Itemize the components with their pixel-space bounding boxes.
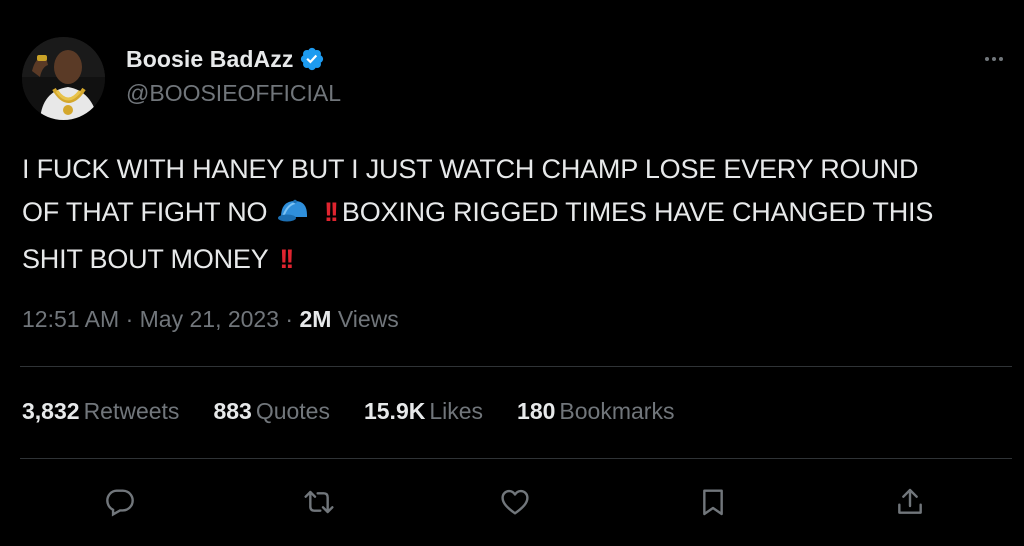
tweet-text-line-3: SHIT BOUT MONEY !! bbox=[22, 238, 1012, 281]
bookmark-icon bbox=[703, 489, 723, 516]
share-button[interactable] bbox=[886, 478, 934, 526]
tweet-date[interactable]: May 21, 2023 bbox=[140, 306, 279, 332]
tweet-text-segment: BOXING RIGGED TIMES HAVE CHANGED THIS bbox=[341, 197, 934, 227]
bookmark-button[interactable] bbox=[689, 478, 737, 526]
views-label: Views bbox=[337, 306, 399, 332]
tweet-action-bar bbox=[0, 478, 1024, 526]
meta-separator: · bbox=[125, 306, 134, 332]
more-options-icon[interactable] bbox=[978, 49, 1010, 69]
tweet-text-segment: SHIT BOUT MONEY bbox=[22, 244, 269, 274]
double-exclamation-icon: !! bbox=[323, 197, 339, 227]
tweet-text-segment: OF THAT FIGHT NO bbox=[22, 197, 268, 227]
tweet-text: I FUCK WITH HANEY BUT I JUST WATCH CHAMP… bbox=[22, 148, 1012, 281]
billed-cap-icon bbox=[277, 195, 311, 238]
like-icon bbox=[501, 489, 529, 515]
share-icon bbox=[898, 488, 922, 514]
stat-likes[interactable]: 15.9K Likes bbox=[364, 398, 483, 425]
stat-quotes[interactable]: 883 Quotes bbox=[213, 398, 330, 425]
like-button[interactable] bbox=[491, 478, 539, 526]
divider bbox=[20, 458, 1012, 459]
engagement-stats: 3,832 Retweets 883 Quotes 15.9K Likes 180 Bo… bbox=[22, 398, 708, 425]
tweet-text-line-1: I FUCK WITH HANEY BUT I JUST WATCH CHAMP… bbox=[22, 154, 919, 184]
verified-badge-icon[interactable] bbox=[299, 46, 325, 72]
retweet-icon bbox=[304, 490, 334, 514]
divider bbox=[20, 366, 1012, 367]
retweet-button[interactable] bbox=[295, 478, 343, 526]
user-handle[interactable]: @BOOSIEOFFICIAL bbox=[126, 80, 341, 107]
display-name[interactable]: Boosie BadAzz bbox=[126, 46, 293, 73]
views-count: 2M bbox=[299, 306, 332, 332]
meta-separator: · bbox=[285, 306, 294, 332]
tweet-card: Boosie BadAzz @BOOSIEOFFICIAL I FUCK WIT… bbox=[0, 0, 1024, 546]
tweet-text-line-2: OF THAT FIGHT NO !! BOXING RIGGED TIMES H… bbox=[22, 191, 1012, 238]
reply-icon bbox=[106, 489, 134, 517]
stat-bookmarks[interactable]: 180 Bookmarks bbox=[517, 398, 674, 425]
avatar[interactable] bbox=[22, 37, 105, 120]
double-exclamation-icon: !! bbox=[279, 244, 294, 274]
reply-button[interactable] bbox=[96, 478, 144, 526]
stat-retweets[interactable]: 3,832 Retweets bbox=[22, 398, 179, 425]
tweet-meta: 12:51 AM · May 21, 2023 · 2M Views bbox=[22, 306, 399, 333]
avatar-image bbox=[22, 37, 105, 120]
author-name-row[interactable]: Boosie BadAzz bbox=[126, 44, 325, 74]
tweet-time[interactable]: 12:51 AM bbox=[22, 306, 119, 332]
